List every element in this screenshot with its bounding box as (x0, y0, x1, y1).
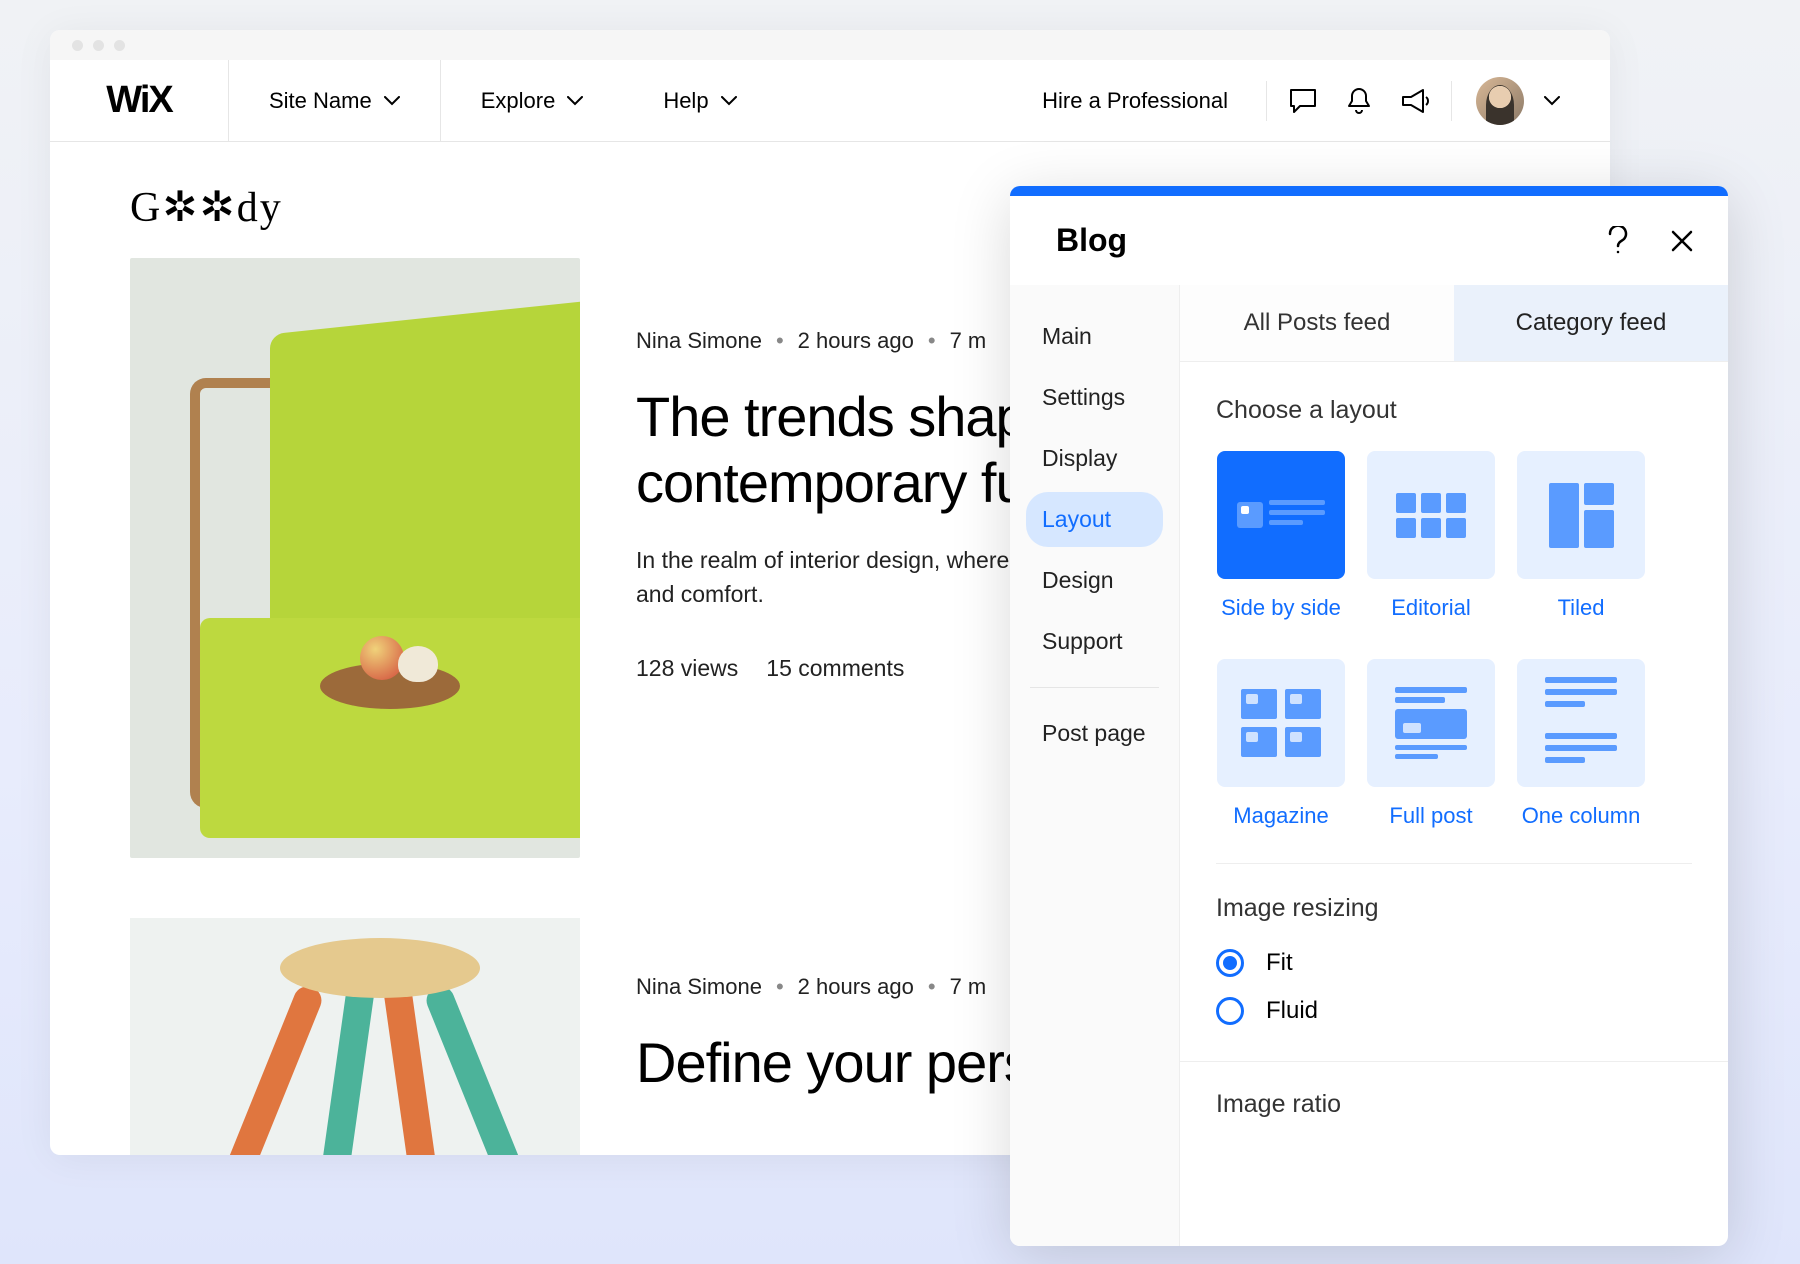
radio-icon (1216, 949, 1244, 977)
layout-label: Side by side (1221, 595, 1341, 621)
traffic-light-dot (93, 40, 104, 51)
layout-label: Full post (1389, 803, 1472, 829)
feed-tabs: All Posts feed Category feed (1180, 285, 1728, 362)
layout-option-editorial[interactable]: Editorial (1366, 451, 1496, 621)
layout-label: One column (1522, 803, 1641, 829)
site-name-menu[interactable]: Site Name (229, 60, 441, 141)
chevron-down-icon (1544, 96, 1560, 106)
panel-accent-bar (1010, 186, 1728, 196)
post-views: 128 views (636, 655, 738, 682)
resize-heading: Image resizing (1216, 894, 1692, 923)
post-comments[interactable]: 15 comments (766, 655, 904, 682)
ratio-heading: Image ratio (1216, 1090, 1692, 1119)
layout-heading: Choose a layout (1216, 396, 1692, 425)
sidebar-item-layout[interactable]: Layout (1026, 492, 1163, 547)
panel-sidebar: Main Settings Display Layout Design Supp… (1010, 285, 1180, 1246)
help-icon[interactable] (1606, 226, 1630, 256)
sidebar-item-display[interactable]: Display (1026, 431, 1163, 486)
close-icon[interactable] (1670, 229, 1694, 253)
divider (1451, 81, 1452, 121)
sidebar-item-post-page[interactable]: Post page (1026, 706, 1163, 761)
layout-option-side-by-side[interactable]: Side by side (1216, 451, 1346, 621)
layout-option-magazine[interactable]: Magazine (1216, 659, 1346, 829)
radio-label: Fit (1266, 949, 1293, 977)
post-time: 2 hours ago (798, 328, 914, 354)
meta-separator: • (776, 974, 784, 1000)
help-menu[interactable]: Help (623, 60, 776, 141)
chevron-down-icon (384, 96, 400, 106)
meta-separator: • (928, 974, 936, 1000)
traffic-light-dot (114, 40, 125, 51)
tab-all-posts[interactable]: All Posts feed (1180, 285, 1454, 361)
post-author[interactable]: Nina Simone (636, 328, 762, 354)
window-chrome (50, 30, 1610, 60)
panel-header: Blog (1010, 196, 1728, 285)
sidebar-divider (1030, 687, 1159, 688)
radio-icon (1216, 997, 1244, 1025)
layout-option-tiled[interactable]: Tiled (1516, 451, 1646, 621)
meta-separator: • (776, 328, 784, 354)
post-image[interactable] (130, 918, 580, 1155)
layout-option-full-post[interactable]: Full post (1366, 659, 1496, 829)
image-resizing-section: Image resizing Fit Fluid (1180, 864, 1728, 1062)
bell-icon[interactable] (1331, 86, 1387, 116)
radio-fit[interactable]: Fit (1216, 949, 1692, 977)
meta-separator: • (928, 328, 936, 354)
wix-logo[interactable]: WiX (50, 60, 229, 141)
post-readtime: 7 m (950, 974, 987, 1000)
layout-section: Choose a layout Side by side Editorial T… (1180, 362, 1728, 864)
layout-label: Editorial (1391, 595, 1470, 621)
layout-label: Magazine (1233, 803, 1328, 829)
chevron-down-icon (567, 96, 583, 106)
sidebar-item-support[interactable]: Support (1026, 614, 1163, 669)
layout-option-one-column[interactable]: One column (1516, 659, 1646, 829)
explore-label: Explore (481, 88, 556, 114)
blog-settings-panel: Blog Main Settings Display Layout Design… (1010, 186, 1728, 1246)
panel-main: All Posts feed Category feed Choose a la… (1180, 285, 1728, 1246)
account-menu-chevron[interactable] (1524, 96, 1580, 106)
user-avatar[interactable] (1476, 77, 1524, 125)
site-brand-logo[interactable]: G✲✲dy (130, 182, 283, 232)
radio-fluid[interactable]: Fluid (1216, 997, 1692, 1025)
chevron-down-icon (721, 96, 737, 106)
layout-label: Tiled (1558, 595, 1605, 621)
radio-label: Fluid (1266, 997, 1318, 1025)
hire-professional-link[interactable]: Hire a Professional (1012, 88, 1258, 114)
dashboard-topbar: WiX Site Name Explore Help Hire a Profes… (50, 60, 1610, 142)
help-label: Help (663, 88, 708, 114)
traffic-light-dot (72, 40, 83, 51)
megaphone-icon[interactable] (1387, 87, 1443, 115)
tab-category-feed[interactable]: Category feed (1454, 285, 1728, 361)
post-readtime: 7 m (950, 328, 987, 354)
image-ratio-section: Image ratio (1180, 1062, 1728, 1119)
chat-icon[interactable] (1275, 87, 1331, 115)
sidebar-item-design[interactable]: Design (1026, 553, 1163, 608)
divider (1266, 81, 1267, 121)
post-time: 2 hours ago (798, 974, 914, 1000)
explore-menu[interactable]: Explore (441, 60, 624, 141)
post-image[interactable] (130, 258, 580, 858)
sidebar-item-main[interactable]: Main (1026, 309, 1163, 364)
panel-title: Blog (1056, 222, 1127, 259)
site-name-label: Site Name (269, 88, 372, 114)
sidebar-item-settings[interactable]: Settings (1026, 370, 1163, 425)
post-author[interactable]: Nina Simone (636, 974, 762, 1000)
